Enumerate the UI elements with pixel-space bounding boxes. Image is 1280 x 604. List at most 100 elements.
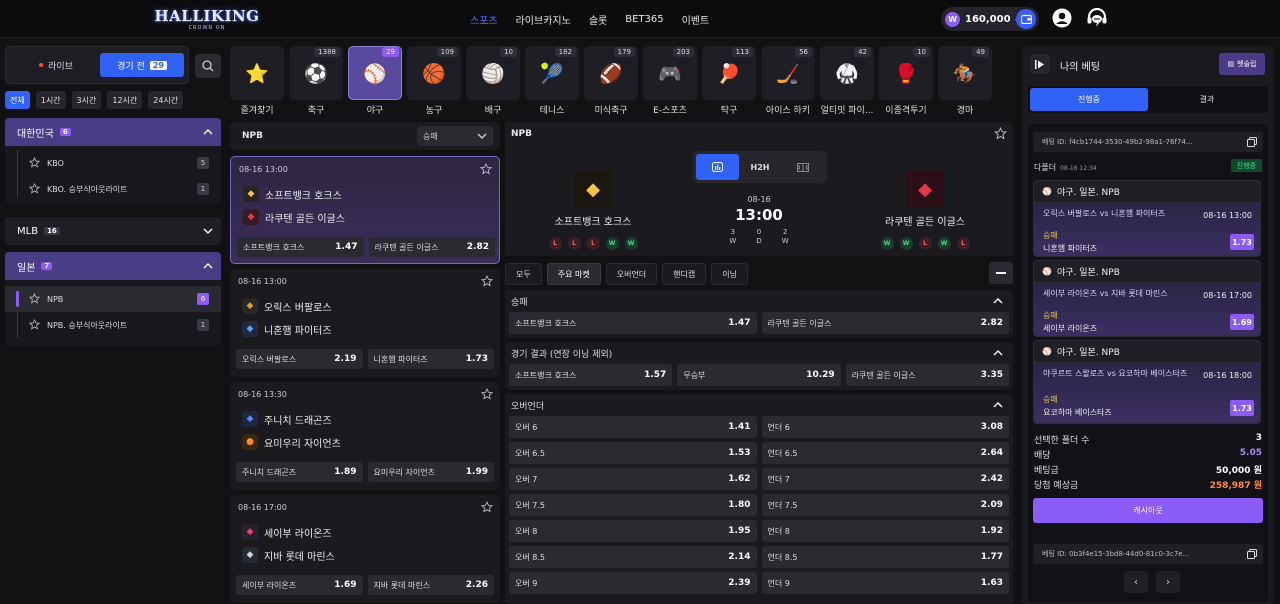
odd-button[interactable]: 언더 6.5 2.64 [761, 442, 1009, 464]
time-filter-12h[interactable]: 12시간 [107, 91, 143, 109]
odd-button[interactable]: 오버 9 2.39 [509, 572, 757, 594]
sport-esports[interactable]: 203 🎮 E-스포츠 [643, 46, 697, 118]
star-icon[interactable] [481, 275, 493, 287]
time-filter-all[interactable]: 전체 [5, 91, 30, 109]
search-button[interactable] [195, 54, 221, 78]
nav-sports[interactable]: 스포츠 [470, 12, 498, 27]
sport-ultimate-fighting[interactable]: 42 🥋 얼티밋 파이... [820, 46, 874, 118]
time-filter-1h[interactable]: 1시간 [35, 91, 66, 109]
odd-button-away[interactable]: 라쿠텐 골든 이글스 2.82 [368, 237, 495, 257]
sport-tennis[interactable]: 182 🎾 테니스 [525, 46, 579, 118]
star-icon[interactable] [29, 157, 40, 168]
sport-mma[interactable]: 10 🥊 이종격투기 [879, 46, 933, 118]
match-card[interactable]: 08-16 13:00 ◆ 오릭스 버팔로스 ◆ 니혼햄 파이터즈 오릭스 버팔로스… [230, 269, 500, 377]
nav-live-casino[interactable]: 라이브카지노 [516, 12, 571, 27]
odd-button-home[interactable]: 소프트뱅크 호크스 1.47 [237, 237, 364, 257]
odd-button[interactable]: 언더 6 3.08 [761, 416, 1009, 438]
market-tab-inning[interactable]: 이닝 [711, 263, 748, 285]
market-tab-overunder[interactable]: 오버언더 [605, 263, 658, 285]
odd-button-away[interactable]: 요미우리 자이언츠 1.99 [367, 462, 494, 482]
odd-button[interactable]: 오버 7 1.62 [509, 468, 757, 490]
odd-button[interactable]: 라쿠텐 골든 이글스 2.82 [761, 312, 1009, 334]
sport-american-football[interactable]: 179 🏈 미식축구 [584, 46, 638, 118]
star-icon[interactable] [480, 163, 492, 175]
sport-ice-hockey[interactable]: 56 🏒 아이스 하키 [761, 46, 815, 118]
odd-button[interactable]: 무승부 10.29 [677, 364, 841, 386]
balance-pill[interactable]: W 160,000 ⌄ [941, 7, 1039, 31]
sub-league-npb-outright[interactable]: NPB. 승부식아웃라이트 1 [5, 312, 221, 338]
star-icon[interactable] [481, 501, 493, 513]
odd-button[interactable]: 오버 8.5 2.14 [509, 546, 757, 568]
time-filter-3h[interactable]: 3시간 [71, 91, 102, 109]
user-icon[interactable] [1052, 8, 1072, 28]
odd-button[interactable]: 언더 8 1.92 [761, 520, 1009, 542]
odd-button[interactable]: 언더 8.5 1.77 [761, 546, 1009, 568]
sport-favorites[interactable]: ⭐ 즐겨찾기 [230, 46, 284, 118]
live-toggle-button[interactable]: 라이브 [12, 53, 100, 77]
match-card[interactable]: 08-16 13:30 ◆ 주니치 드래곤즈 ● 요미우리 자이언츠 주니치 드래곤… [230, 382, 500, 490]
odd-button[interactable]: 언더 7.5 2.09 [761, 494, 1009, 516]
sub-league-npb[interactable]: NPB 6 [5, 286, 221, 312]
sport-baseball[interactable]: 29 ⚾ 야구 [348, 46, 402, 118]
league-mlb-header[interactable]: MLB 16 [5, 217, 221, 245]
time-filter-24h[interactable]: 24시간 [148, 91, 184, 109]
odd-button-home[interactable]: 주니치 드래곤즈 1.89 [236, 462, 363, 482]
odd-button[interactable]: 언더 9 1.63 [761, 572, 1009, 594]
odd-button[interactable]: 오버 6.5 1.53 [509, 442, 757, 464]
sport-horse-racing[interactable]: 49 🏇 경마 [938, 46, 992, 118]
odd-button-away[interactable]: 지바 롯데 마린스 2.26 [367, 575, 494, 595]
wallet-icon[interactable] [1016, 9, 1036, 29]
sport-soccer[interactable]: 1388 ⚽ 축구 [289, 46, 343, 118]
match-card[interactable]: 08-16 17:00 ◆ 세이부 라이온즈 ◆ 지바 롯데 마린스 세이부 라이온… [230, 495, 500, 603]
pager-next-button[interactable]: › [1156, 571, 1180, 593]
odd-button[interactable]: 라쿠텐 골든 이글스 3.35 [845, 364, 1009, 386]
cashout-button[interactable]: 캐시아웃 [1033, 498, 1263, 523]
tab-in-progress[interactable]: 진행중 [1030, 88, 1148, 111]
market-tab-all[interactable]: 모두 [505, 263, 542, 285]
nav-events[interactable]: 이벤트 [682, 12, 710, 27]
h2h-tab[interactable]: H2H [739, 154, 782, 180]
odd-button[interactable]: 소프트뱅크 호크스 1.57 [509, 364, 673, 386]
market-select[interactable]: 승패 [417, 126, 493, 146]
sport-volleyball[interactable]: 10 🏐 배구 [466, 46, 520, 118]
odd-button[interactable]: 오버 6 1.41 [509, 416, 757, 438]
sport-table-tennis[interactable]: 113 🏓 탁구 [702, 46, 756, 118]
stats-tab[interactable] [696, 154, 739, 180]
odd-button[interactable]: 언더 7 2.42 [761, 468, 1009, 490]
odd-button-home[interactable]: 세이부 라이온즈 1.69 [236, 575, 363, 595]
league-japan-header[interactable]: 일본 7 [5, 252, 221, 280]
sub-league-kbo[interactable]: KBO 5 [5, 150, 221, 176]
odd-button[interactable]: 소프트뱅크 호크스 1.47 [509, 312, 757, 334]
lineup-tab[interactable] [781, 154, 824, 180]
odd-button-home[interactable]: 오릭스 버팔로스 2.19 [236, 349, 363, 369]
star-icon[interactable] [29, 183, 40, 194]
sub-league-kbo-outright[interactable]: KBO. 승부식아웃라이트 1 [5, 176, 221, 202]
support-headset-icon[interactable] [1086, 8, 1108, 28]
sport-basketball[interactable]: 109 🏀 농구 [407, 46, 461, 118]
brand-logo[interactable]: HALLIKING CROWN ON [155, 3, 260, 35]
league-korea-header[interactable]: 대한민국 6 [5, 118, 221, 146]
star-icon[interactable] [481, 388, 493, 400]
odd-button[interactable]: 오버 7.5 1.80 [509, 494, 757, 516]
prematch-toggle-button[interactable]: 경기 전 29 [100, 53, 184, 77]
star-icon[interactable] [29, 293, 40, 304]
match-card[interactable]: 08-16 13:00 ◆ 소프트뱅크 호크스 ◆ 라쿠텐 골든 이글스 소프트뱅크… [230, 156, 500, 264]
collapse-all-button[interactable] [989, 262, 1013, 284]
market-section-title[interactable]: 오버언더 [505, 394, 1013, 416]
star-icon[interactable] [29, 319, 40, 330]
market-tab-main[interactable]: 주요 마켓 [546, 263, 601, 285]
expand-panel-button[interactable] [1030, 54, 1050, 74]
star-icon[interactable] [994, 127, 1007, 140]
betslip-button[interactable]: ▤ 벳슬립 [1219, 53, 1265, 75]
copy-icon[interactable] [1247, 549, 1257, 559]
market-section-title[interactable]: 승패 [505, 290, 1013, 312]
odd-button-away[interactable]: 니혼햄 파이터즈 1.73 [367, 349, 494, 369]
copy-icon[interactable] [1247, 137, 1257, 147]
nav-bet365[interactable]: BET365 [625, 14, 663, 25]
market-section-title[interactable]: 경기 결과 (연장 이닝 제외) [505, 342, 1013, 364]
tab-results[interactable]: 결과 [1148, 88, 1266, 111]
nav-slots[interactable]: 슬롯 [589, 12, 607, 27]
odd-button[interactable]: 오버 8 1.95 [509, 520, 757, 542]
pager-prev-button[interactable]: ‹ [1124, 571, 1148, 593]
market-tab-handicap[interactable]: 핸디캡 [662, 263, 707, 285]
